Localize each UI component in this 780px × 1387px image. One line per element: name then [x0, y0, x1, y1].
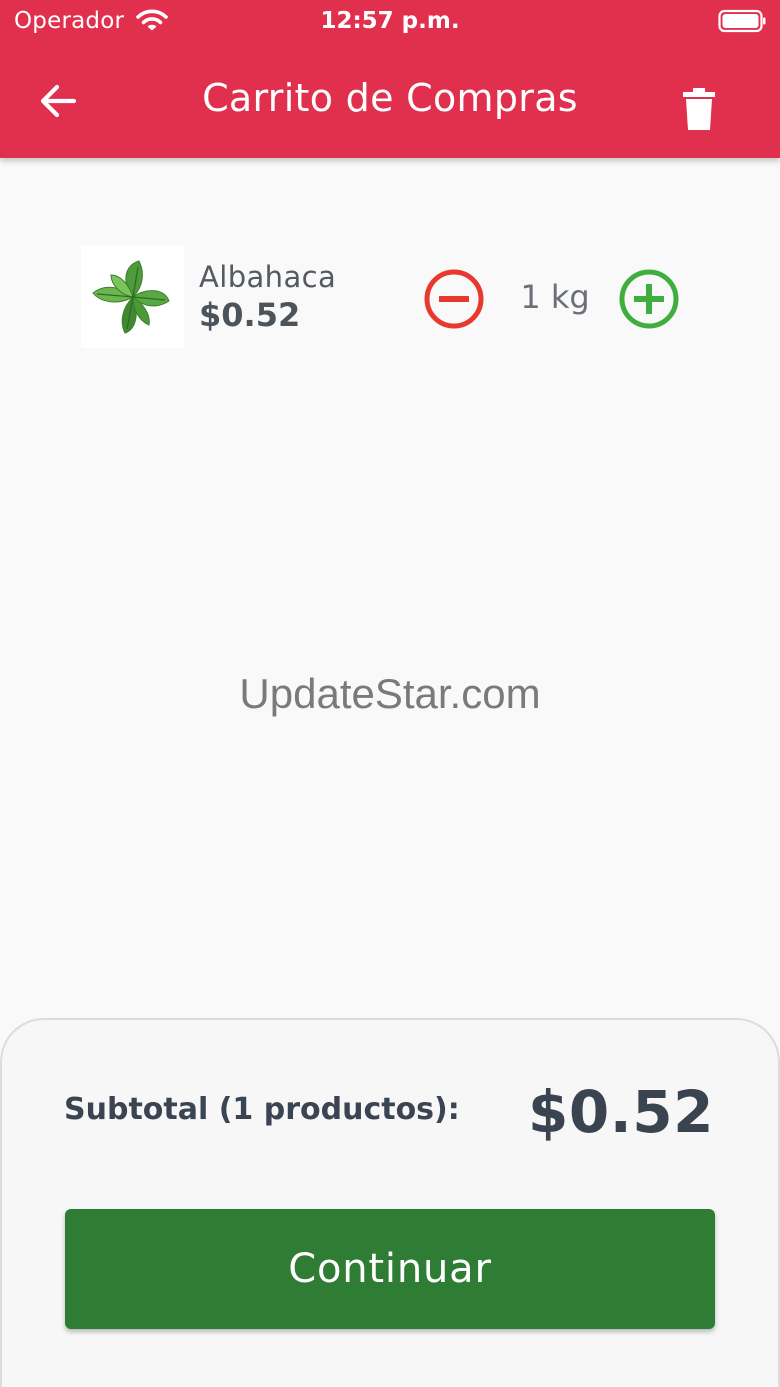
battery-icon: [718, 9, 766, 33]
subtotal-label: Subtotal (1 productos):: [64, 1092, 460, 1127]
continue-button[interactable]: Continuar: [65, 1209, 715, 1329]
product-name: Albahaca: [199, 260, 337, 294]
product-image: [81, 245, 184, 348]
summary-panel: [0, 1018, 780, 1387]
basil-image: [92, 260, 170, 334]
product-price: $0.52: [199, 296, 301, 334]
cart-screen: Operador 12:57 p.m. Carrito de Compras A…: [0, 0, 780, 1387]
increment-quantity-icon[interactable]: [618, 268, 680, 330]
page-title: Carrito de Compras: [202, 76, 578, 120]
trash-icon[interactable]: [683, 88, 715, 130]
status-time: 12:57 p.m.: [320, 8, 460, 34]
decrement-quantity-icon[interactable]: [423, 268, 485, 330]
app-bar: Operador 12:57 p.m. Carrito de Compras: [0, 0, 780, 158]
quantity-value: 1 kg: [520, 278, 590, 316]
continue-button-label: Continuar: [288, 1246, 492, 1292]
subtotal-value: $0.52: [528, 1078, 714, 1146]
watermark-text: UpdateStar.com: [239, 670, 541, 717]
